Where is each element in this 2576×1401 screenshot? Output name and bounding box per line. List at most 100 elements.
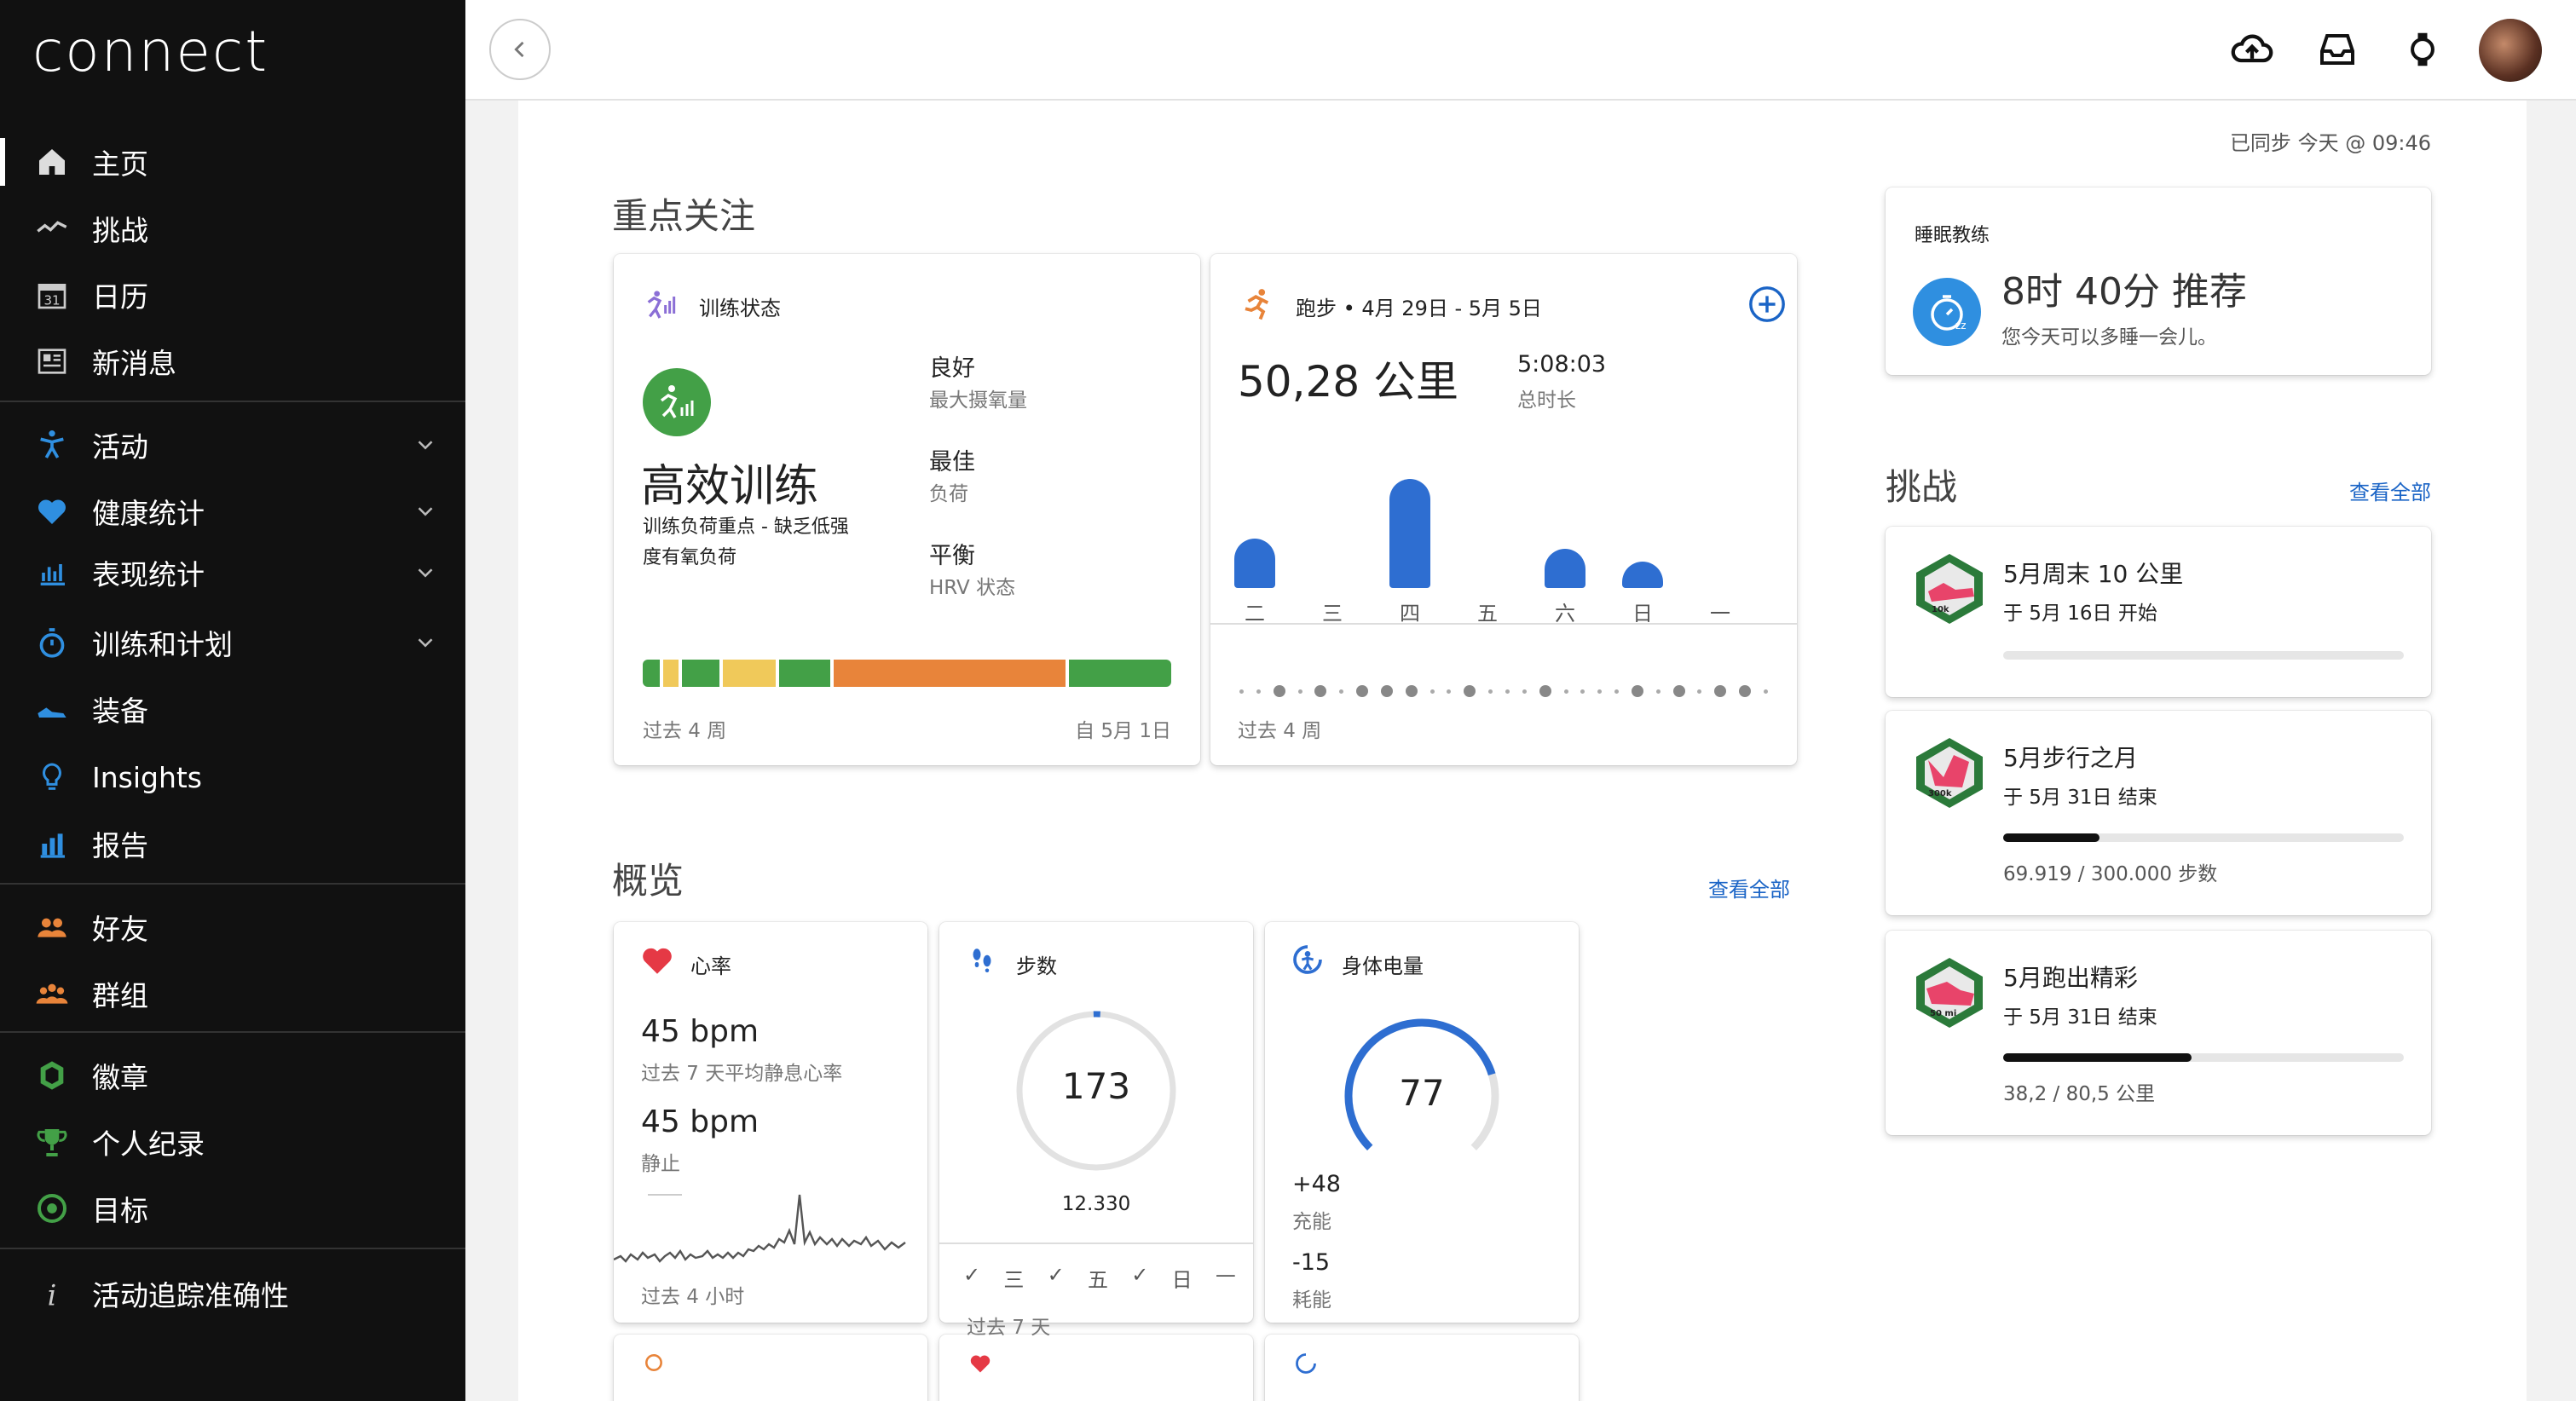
sidebar-item-label: 活动: [92, 430, 148, 464]
rest-dot: [1763, 689, 1768, 694]
running-bar[interactable]: [1389, 479, 1430, 588]
challenge-card[interactable]: 10k 5月周末 10 公里 于 5月 16日 开始: [1886, 527, 2431, 697]
watch-icon[interactable]: [2399, 26, 2446, 73]
running-bar[interactable]: [1234, 539, 1275, 588]
running-bar[interactable]: [1545, 549, 1585, 588]
activity-dot: [1464, 685, 1476, 697]
chevron-down-icon: [418, 441, 433, 450]
sidebar-item-label: Insights: [92, 760, 203, 794]
sidebar-divider: [0, 883, 465, 885]
rest-dot: [1447, 689, 1452, 694]
overview-card-partial[interactable]: [939, 1335, 1253, 1401]
activity-dot: [1380, 685, 1393, 697]
heart-icon: [643, 948, 672, 974]
challenge-sub: 于 5月 31日 结束: [2003, 787, 2157, 809]
challenge-progress-bar: [2003, 833, 2404, 842]
load-label: 负荷: [929, 483, 968, 505]
body-battery-value: 77: [1399, 1072, 1445, 1114]
rest-dot: [1239, 689, 1244, 694]
sidebar-item-label: 日历: [92, 280, 148, 314]
sidebar-item-home[interactable]: 主页: [0, 130, 465, 194]
challenge-card[interactable]: 300k 5月步行之月 于 5月 31日 结束 69.919 / 300.000…: [1886, 711, 2431, 915]
running-day-label: 五: [1477, 602, 1498, 626]
running-bar[interactable]: [1622, 561, 1663, 588]
sidebar-item-label: 训练和计划: [92, 628, 233, 661]
sidebar-item-label: 表现统计: [92, 558, 205, 591]
back-button[interactable]: [489, 19, 551, 80]
upload-cloud-icon[interactable]: [2228, 26, 2276, 73]
svg-text:50 mi: 50 mi: [1930, 1009, 1956, 1018]
overview-card-partial[interactable]: [1265, 1335, 1579, 1401]
sidebar-item-training-plans[interactable]: 训练和计划: [0, 610, 465, 675]
sidebar-item-tracking-accuracy[interactable]: i 活动追踪准确性: [0, 1261, 465, 1326]
activity-dot: [1672, 685, 1685, 697]
running-header: 跑步 • 4月 29日 - 5月 5日: [1296, 297, 1542, 320]
add-activity-button[interactable]: [1747, 285, 1787, 324]
sleep-coach-card[interactable]: 睡眠教练 zz 8时 40分 推荐 您今天可以多睡一会儿。: [1886, 187, 2431, 375]
sidebar-item-friends[interactable]: 好友: [0, 895, 465, 960]
challenge-sub: 于 5月 31日 结束: [2003, 1006, 2157, 1029]
training-footer-right: 自 5月 1日: [1075, 720, 1171, 742]
sidebar-item-challenges[interactable]: 挑战: [0, 196, 465, 261]
training-status-desc-line2: 度有氧负荷: [643, 547, 737, 568]
activity-icon: [34, 427, 70, 463]
avatar[interactable]: [2479, 19, 2542, 82]
overview-card-partial[interactable]: [614, 1335, 927, 1401]
sidebar-item-insights[interactable]: Insights: [0, 745, 465, 810]
performance-icon: [34, 555, 70, 591]
sidebar-item-gear[interactable]: 装备: [0, 677, 465, 741]
sidebar-item-badges[interactable]: 徽章: [0, 1043, 465, 1108]
history-segment: [663, 660, 679, 687]
sidebar-item-goals[interactable]: 目标: [0, 1176, 465, 1241]
heart-rate-card[interactable]: 心率 45 bpm 过去 7 天平均静息心率 45 bpm 静止 过去 4 小时: [614, 922, 927, 1323]
sidebar-item-news[interactable]: 新消息: [0, 329, 465, 394]
productive-badge-icon: [643, 368, 711, 436]
sidebar-item-label: 活动追踪准确性: [92, 1279, 289, 1312]
activity-dot: [1273, 685, 1285, 697]
app-logo[interactable]: connect: [32, 19, 269, 84]
challenge-card[interactable]: 50 mi 5月跑出精彩 于 5月 31日 结束 38,2 / 80,5 公里: [1886, 931, 2431, 1135]
body-battery-card[interactable]: 身体电量 77 +48 充能 -15 耗能: [1265, 922, 1579, 1323]
running-summary-card[interactable]: 跑步 • 4月 29日 - 5月 5日 50,28 公里 5:08:03 总时长…: [1210, 254, 1797, 765]
progress-fill: [2003, 833, 2099, 842]
sidebar-item-label: 挑战: [92, 214, 148, 247]
resting-hr-value: 45 bpm: [641, 1104, 760, 1139]
week-day-status: 日: [1171, 1268, 1193, 1292]
inbox-icon[interactable]: [2313, 26, 2361, 73]
heart-icon: [970, 1355, 991, 1373]
sidebar-item-label: 好友: [92, 913, 148, 946]
sidebar-item-calendar[interactable]: 31 日历: [0, 262, 465, 327]
sidebar-item-label: 目标: [92, 1194, 148, 1227]
challenge-progress-bar: [2003, 651, 2404, 660]
rest-dot: [1614, 689, 1620, 694]
sidebar-item-label: 新消息: [92, 347, 176, 380]
sidebar-item-reports[interactable]: 报告: [0, 811, 465, 876]
sidebar-item-activities[interactable]: 活动: [0, 412, 465, 477]
sidebar-item-label: 装备: [92, 695, 148, 728]
rest-dot: [1297, 689, 1302, 694]
challenge-sub: 于 5月 16日 开始: [2003, 602, 2157, 625]
week-day-status: 五: [1088, 1268, 1109, 1292]
body-battery-header: 身体电量: [1342, 954, 1424, 978]
activity-dot: [1356, 685, 1369, 697]
sidebar-item-performance-stats[interactable]: 表现统计: [0, 540, 465, 605]
charged-label: 充能: [1292, 1211, 1331, 1233]
sidebar-divider: [0, 401, 465, 402]
steps-card[interactable]: 步数 173 12.330 ✓ 三 ✓ 五 ✓ 日 —: [939, 922, 1253, 1323]
sidebar-item-health-stats[interactable]: 健康统计: [0, 479, 465, 544]
sidebar-item-personal-records[interactable]: 个人纪录: [0, 1110, 465, 1174]
activity-dot: [1714, 685, 1727, 697]
history-segment: [643, 660, 660, 687]
progress-fill: [2003, 1053, 2192, 1062]
challenge-progress-text: 69.919 / 300.000 步数: [2003, 863, 2218, 885]
challenges-title: 挑战: [1886, 466, 1958, 508]
training-status-desc-line1: 训练负荷重点 - 缺乏低强: [643, 516, 849, 538]
training-status-card[interactable]: 训练状态 高效训练 训练负荷重点 - 缺乏低强 度有氧负荷 良好 最大摄氧量 最…: [614, 254, 1200, 765]
challenges-view-all-link[interactable]: 查看全部: [2349, 476, 2431, 505]
lightbulb-icon: [34, 759, 70, 795]
overview-view-all-link[interactable]: 查看全部: [1708, 873, 1790, 902]
svg-text:zz: zz: [1955, 320, 1967, 332]
sidebar-item-groups[interactable]: 群组: [0, 961, 465, 1026]
activity-dot: [1314, 685, 1327, 697]
sidebar-item-label: 群组: [92, 979, 148, 1012]
